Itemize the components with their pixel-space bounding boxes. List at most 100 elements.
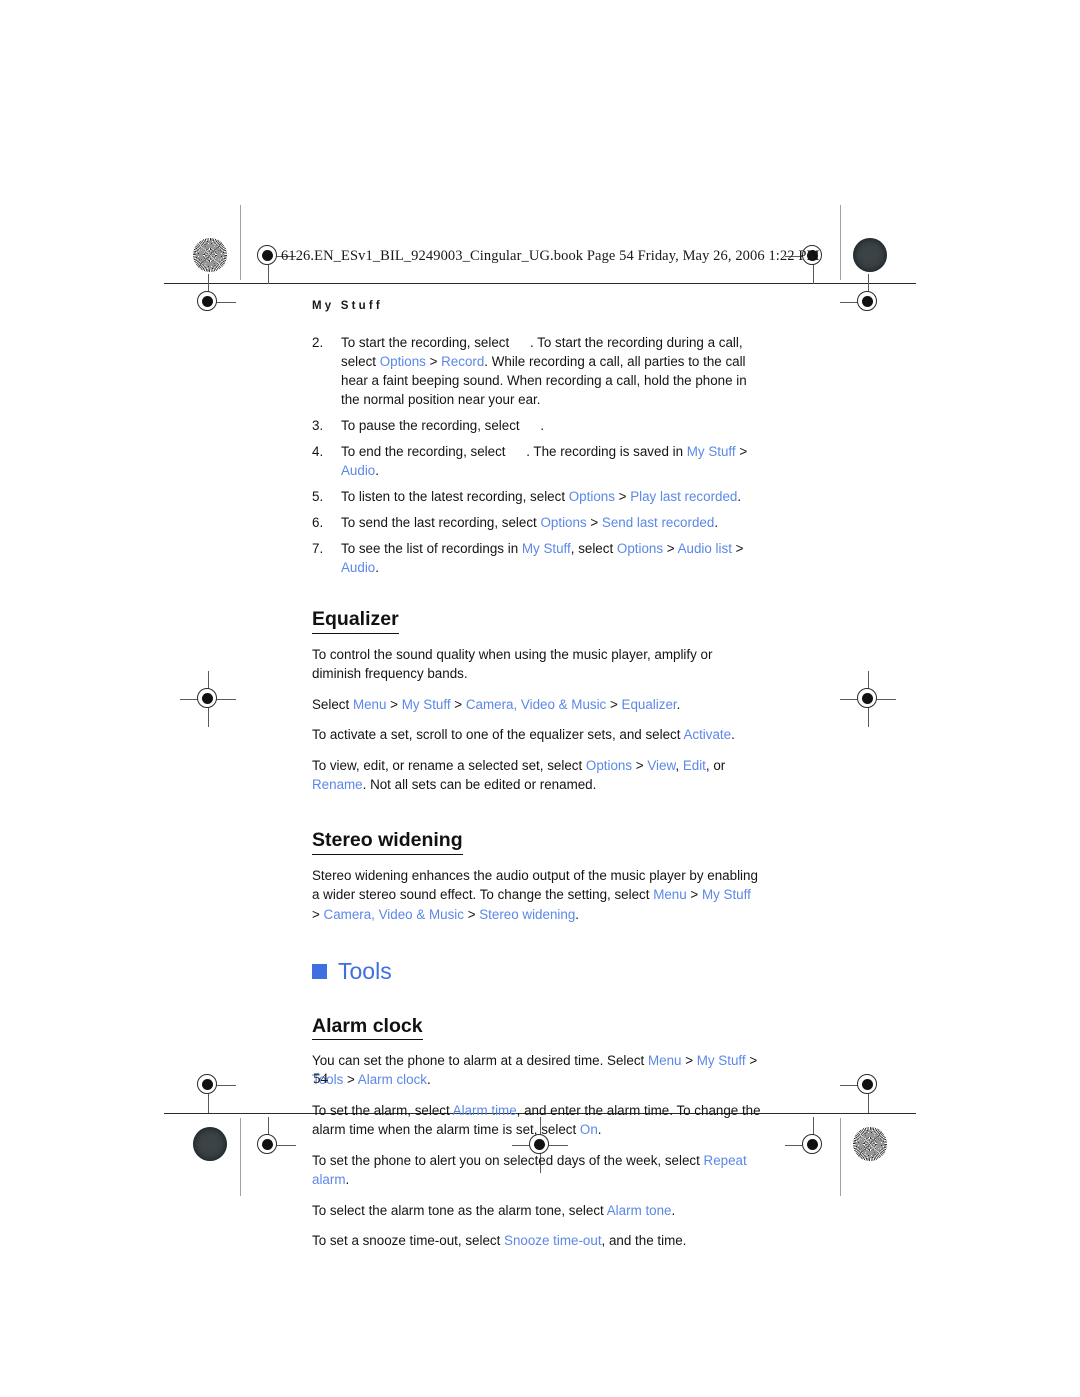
body-text-run: . bbox=[737, 489, 742, 505]
paragraph: To activate a set, scroll to one of the … bbox=[312, 725, 762, 744]
body-text-run: . bbox=[676, 696, 681, 712]
list-item: 6. To send the last recording, select Opt… bbox=[312, 513, 762, 532]
body-text-run: Select bbox=[312, 696, 353, 712]
registration-mark-top-right-outer bbox=[840, 274, 896, 330]
list-item-text: To start the recording, select . To star… bbox=[341, 335, 747, 407]
section-heading-equalizer: Equalizer bbox=[312, 608, 399, 634]
page-number: 54 bbox=[313, 1071, 328, 1087]
body-text-run: . The recording is saved in bbox=[526, 444, 687, 460]
stereo-widening-body: Stereo widening enhances the audio outpu… bbox=[312, 866, 762, 924]
body-text-run: , select bbox=[570, 541, 617, 557]
body-text-run: > bbox=[463, 906, 480, 922]
body-text-run: . bbox=[731, 727, 735, 743]
list-item: 3. To pause the recording, select . bbox=[312, 416, 762, 435]
ui-path-label: Record bbox=[441, 354, 485, 370]
ui-path-label: My Stuff bbox=[521, 541, 571, 557]
body-text-run: > bbox=[343, 1072, 358, 1088]
paragraph: To select the alarm tone as the alarm to… bbox=[312, 1201, 762, 1220]
registration-mark-bottom-right-inner bbox=[785, 1117, 841, 1173]
body-text-run: > bbox=[606, 696, 622, 712]
slugline: 6126.EN_ESv1_BIL_9249003_Cingular_UG.boo… bbox=[281, 248, 820, 264]
body-text-run: To listen to the latest recording, selec… bbox=[341, 489, 569, 505]
body-text-run: > bbox=[745, 1052, 758, 1068]
body-text-run: To end the recording, select bbox=[341, 444, 510, 460]
body-text-run: You can set the phone to alarm at a desi… bbox=[312, 1052, 648, 1068]
list-item: 5. To listen to the latest recording, sel… bbox=[312, 487, 762, 506]
ui-path-label: My Stuff bbox=[686, 444, 736, 460]
alarm-clock-body: You can set the phone to alarm at a desi… bbox=[312, 1051, 762, 1251]
body-text-run: . bbox=[597, 1122, 602, 1138]
body-text-run: To set the phone to alert you on selecte… bbox=[312, 1152, 704, 1168]
paragraph: To control the sound quality when using … bbox=[312, 645, 762, 684]
ui-path-label: Edit bbox=[682, 757, 706, 773]
body-text-run: To set a snooze time-out, select bbox=[312, 1233, 505, 1249]
body-text-run: To pause the recording, select bbox=[341, 418, 524, 434]
paragraph: To set a snooze time-out, select Snooze … bbox=[312, 1231, 762, 1250]
section-heading-stereo-widening: Stereo widening bbox=[312, 829, 463, 855]
list-item-text: To send the last recording, select Optio… bbox=[341, 515, 718, 530]
ui-path-label: Options bbox=[540, 515, 587, 531]
list-item-text: To listen to the latest recording, selec… bbox=[341, 489, 741, 504]
body-text-run: > bbox=[731, 541, 744, 557]
ui-path-label: Send last recorded bbox=[601, 515, 715, 531]
list-item-number: 4. bbox=[312, 444, 324, 460]
recording-steps-list: 2. To start the recording, select . To st… bbox=[312, 333, 762, 577]
body-text-run: > bbox=[686, 887, 702, 903]
body-text-run: To start the recording, select bbox=[341, 335, 513, 350]
ui-path-label: Alarm clock bbox=[357, 1072, 427, 1088]
list-item: 4. To end the recording, select . The rec… bbox=[312, 442, 762, 480]
chapter-heading-tools: Tools bbox=[312, 958, 762, 984]
ui-path-label: My Stuff bbox=[401, 696, 451, 712]
chapter-heading-label: Tools bbox=[338, 958, 392, 985]
list-item: 2. To start the recording, select . To st… bbox=[312, 333, 762, 409]
ui-path-label: Rename bbox=[312, 776, 363, 792]
ui-path-label: View bbox=[647, 757, 676, 773]
ui-path-label: Menu bbox=[653, 887, 687, 903]
ui-path-label: Equalizer bbox=[621, 696, 677, 712]
body-text-run: > bbox=[681, 1052, 697, 1068]
ui-path-label: Play last recorded bbox=[630, 489, 738, 505]
ui-path-label: Options bbox=[379, 354, 426, 370]
ui-path-label: Options bbox=[585, 757, 633, 773]
ui-path-label: Stereo widening bbox=[479, 906, 576, 922]
paragraph: Select Menu > My Stuff > Camera, Video &… bbox=[312, 695, 762, 714]
body-text-run: > bbox=[386, 696, 402, 712]
ui-path-label: My Stuff bbox=[701, 887, 751, 903]
list-item: 7. To see the list of recordings in My St… bbox=[312, 539, 762, 577]
body-text-run: . bbox=[540, 418, 545, 434]
equalizer-body: To control the sound quality when using … bbox=[312, 645, 762, 795]
density-patch-bottom-left bbox=[193, 1127, 227, 1161]
ui-path-label: Audio bbox=[341, 463, 376, 479]
starburst-target-top-left bbox=[193, 238, 227, 272]
body-text-run: > bbox=[450, 696, 466, 712]
body-text-run: . bbox=[671, 1202, 676, 1218]
body-text-run: . bbox=[375, 560, 379, 576]
body-text-run: To send the last recording, select bbox=[341, 515, 541, 531]
paragraph: Stereo widening enhances the audio outpu… bbox=[312, 866, 762, 924]
body-text-run: > bbox=[663, 541, 678, 557]
list-item-text: To see the list of recordings in My Stuf… bbox=[341, 541, 743, 575]
ui-path-label: Activate bbox=[683, 727, 732, 743]
paragraph: To set the alarm, select Alarm time, and… bbox=[312, 1101, 762, 1140]
list-item-text: To end the recording, select . The recor… bbox=[341, 444, 747, 478]
ui-path-label: My Stuff bbox=[696, 1052, 746, 1068]
list-item-text: To pause the recording, select . bbox=[341, 418, 544, 433]
ui-path-label: Options bbox=[616, 541, 664, 557]
body-text-run: > bbox=[735, 444, 748, 460]
body-text-run: , or bbox=[705, 757, 726, 773]
paragraph: You can set the phone to alarm at a desi… bbox=[312, 1051, 762, 1090]
list-item-number: 6. bbox=[312, 515, 324, 531]
body-text-run: > bbox=[312, 906, 324, 922]
list-item-number: 2. bbox=[312, 335, 324, 350]
list-item-number: 5. bbox=[312, 489, 324, 505]
density-patch-top-right bbox=[853, 238, 887, 272]
body-text-run: . Not all sets can be edited or renamed. bbox=[362, 776, 597, 792]
registration-mark-bottom-left-outer bbox=[180, 1057, 236, 1113]
body-text-run: . bbox=[714, 515, 719, 531]
registration-mark-bottom-left-inner bbox=[240, 1117, 296, 1173]
ui-path-label: Menu bbox=[647, 1052, 682, 1068]
body-text-run: To see the list of recordings in bbox=[341, 541, 522, 557]
body-text-run: > bbox=[586, 515, 602, 531]
body-text-run: To view, edit, or rename a selected set,… bbox=[312, 757, 586, 773]
body-text-run: . bbox=[375, 463, 379, 479]
